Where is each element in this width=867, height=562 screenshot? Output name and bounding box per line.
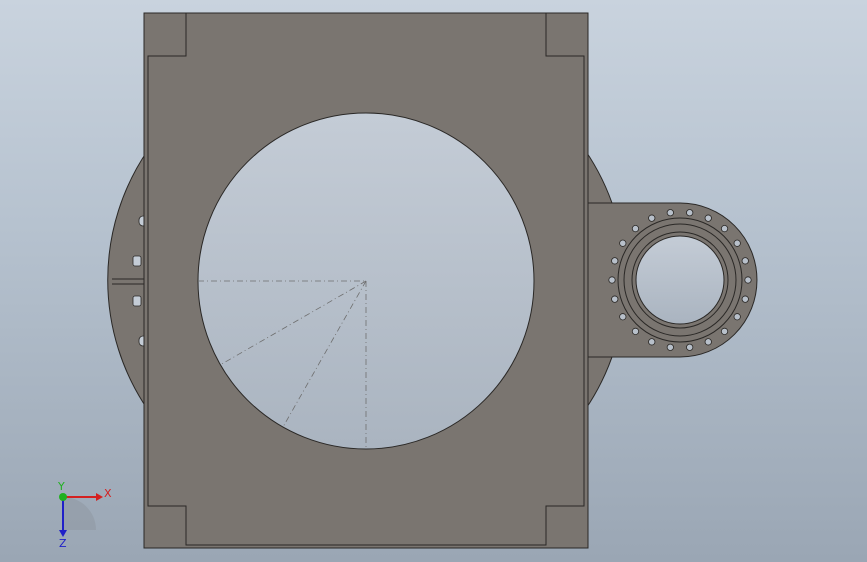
cad-model-view[interactable]: X Y Z: [0, 0, 867, 562]
bolt-hole: [631, 327, 640, 335]
bolt-hole: [666, 209, 674, 217]
bolt-hole: [720, 225, 729, 233]
z-axis-label: Z: [59, 537, 67, 550]
x-axis-label: X: [104, 487, 112, 500]
bolt-hole: [733, 239, 741, 247]
bolt-hole: [741, 257, 749, 265]
bolt-hole: [744, 276, 752, 284]
bolt-hole: [608, 276, 616, 284]
y-axis-label: Y: [57, 480, 65, 493]
bolt-hole: [686, 209, 694, 217]
bolt-hole: [733, 313, 741, 321]
bolt-hole: [619, 239, 627, 247]
bolt-hole: [686, 343, 694, 351]
bolt-hole: [648, 214, 656, 222]
y-axis: [59, 493, 67, 501]
main-body[interactable]: [143, 12, 589, 549]
bolt-hole: [720, 327, 729, 335]
orientation-triad: X Y Z: [57, 480, 112, 550]
flange-slot-2: [132, 255, 142, 267]
bolt-hole: [704, 338, 712, 346]
bolt-hole: [611, 257, 619, 265]
bolt-hole: [666, 343, 674, 351]
bolt-hole: [648, 338, 656, 346]
bolt-hole: [704, 214, 712, 222]
left-flange-arc: [107, 148, 149, 412]
arm-bore-hole: [635, 235, 725, 325]
flange-slot-3: [132, 295, 142, 307]
bolt-hole: [741, 295, 749, 303]
bolt-hole: [631, 225, 640, 233]
actuator-arm[interactable]: [584, 202, 758, 358]
graphics-viewport[interactable]: X Y Z: [0, 0, 867, 562]
bolt-hole: [611, 295, 619, 303]
bolt-hole: [619, 313, 627, 321]
